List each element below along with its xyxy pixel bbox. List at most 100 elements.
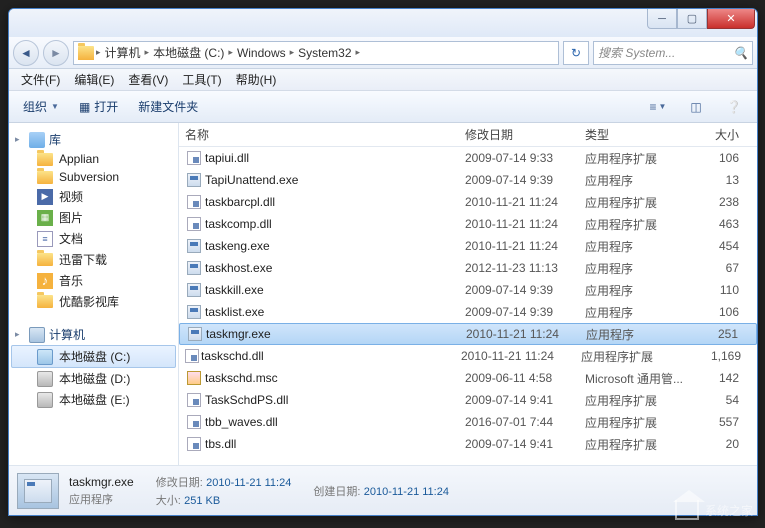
breadcrumb[interactable]: System32	[296, 46, 353, 60]
file-name: tbb_waves.dll	[203, 415, 465, 429]
file-thumbnail	[17, 473, 59, 509]
details-mod-label: 修改日期:	[156, 477, 203, 489]
chevron-right-icon[interactable]: ▸	[96, 47, 101, 58]
file-row[interactable]: taskhost.exe2012-11-23 11:13应用程序67	[179, 257, 757, 279]
nav-item-applian[interactable]: Applian	[11, 150, 176, 168]
file-name: tasklist.exe	[203, 305, 465, 319]
file-type: 应用程序扩展	[585, 392, 715, 409]
chevron-right-icon[interactable]: ▸	[228, 47, 233, 58]
col-size[interactable]: 大小	[715, 126, 751, 143]
chevron-right-icon[interactable]: ▸	[145, 47, 150, 58]
col-name[interactable]: 名称	[185, 126, 465, 143]
file-type: 应用程序扩展	[585, 414, 715, 431]
file-icon	[185, 415, 203, 429]
disk-icon	[37, 371, 53, 387]
file-type: 应用程序	[585, 172, 715, 189]
file-row[interactable]: TaskSchdPS.dll2009-07-14 9:41应用程序扩展54	[179, 389, 757, 411]
file-row[interactable]: tbb_waves.dll2016-07-01 7:44应用程序扩展557	[179, 411, 757, 433]
nav-item-video[interactable]: ▶视频	[11, 186, 176, 207]
nav-computer-label: 计算机	[49, 326, 85, 343]
file-name: TapiUnattend.exe	[203, 173, 465, 187]
col-date[interactable]: 修改日期	[465, 126, 585, 143]
disk-icon	[37, 349, 53, 365]
file-row[interactable]: tbs.dll2009-07-14 9:41应用程序扩展20	[179, 433, 757, 455]
file-row[interactable]: tasklist.exe2009-07-14 9:39应用程序106	[179, 301, 757, 323]
new-folder-button[interactable]: 新建文件夹	[130, 94, 206, 119]
nav-drive-c[interactable]: 本地磁盘 (C:)	[11, 345, 176, 368]
folder-icon	[37, 295, 53, 308]
file-size: 1,169	[711, 349, 753, 363]
details-size-value: 251 KB	[184, 495, 220, 507]
menu-file[interactable]: 文件(F)	[15, 69, 66, 90]
file-row[interactable]: TapiUnattend.exe2009-07-14 9:39应用程序13	[179, 169, 757, 191]
minimize-button[interactable]: ─	[647, 9, 677, 29]
view-options-button[interactable]: ≡ ▼	[641, 96, 675, 118]
file-icon	[185, 371, 203, 385]
search-input[interactable]: 搜索 System... 🔍	[593, 41, 753, 65]
nav-item-pictures[interactable]: ▦图片	[11, 207, 176, 228]
app-icon: ▦	[79, 100, 90, 114]
file-type: 应用程序	[585, 238, 715, 255]
file-row[interactable]: taskschd.msc2009-06-11 4:58Microsoft 通用管…	[179, 367, 757, 389]
address-bar[interactable]: ▸ 计算机 ▸ 本地磁盘 (C:) ▸ Windows ▸ System32 ▸	[73, 41, 559, 65]
maximize-button[interactable]: ▢	[677, 9, 707, 29]
picture-icon: ▦	[37, 210, 53, 226]
open-label: 打开	[94, 98, 118, 115]
file-date: 2010-11-21 11:24	[466, 327, 586, 341]
library-icon	[29, 132, 45, 148]
breadcrumb[interactable]: 计算机	[103, 44, 143, 61]
open-button[interactable]: ▦ 打开	[71, 94, 126, 119]
file-size: 142	[715, 371, 751, 385]
chevron-down-icon: ▼	[51, 102, 59, 111]
file-icon	[185, 437, 203, 451]
preview-pane-button[interactable]: ◫	[679, 96, 713, 118]
file-name: taskhost.exe	[203, 261, 465, 275]
file-row[interactable]: taskcomp.dll2010-11-21 11:24应用程序扩展463	[179, 213, 757, 235]
search-placeholder: 搜索 System...	[598, 44, 675, 61]
breadcrumb[interactable]: 本地磁盘 (C:)	[151, 44, 226, 61]
file-size: 106	[715, 305, 751, 319]
file-row[interactable]: taskschd.dll2010-11-21 11:24应用程序扩展1,169	[179, 345, 757, 367]
file-type: 应用程序	[585, 260, 715, 277]
file-date: 2009-07-14 9:33	[465, 151, 585, 165]
toolbar: 组织 ▼ ▦ 打开 新建文件夹 ≡ ▼ ◫ ❔	[9, 91, 757, 123]
file-icon	[185, 283, 203, 297]
file-row[interactable]: taskkill.exe2009-07-14 9:39应用程序110	[179, 279, 757, 301]
nav-drive-d[interactable]: 本地磁盘 (D:)	[11, 368, 176, 389]
file-size: 54	[715, 393, 751, 407]
menu-help[interactable]: 帮助(H)	[230, 69, 283, 90]
back-button[interactable]: ◄	[13, 40, 39, 66]
file-name: taskkill.exe	[203, 283, 465, 297]
nav-item-thunder[interactable]: 迅雷下载	[11, 249, 176, 270]
chevron-right-icon[interactable]: ▸	[290, 47, 295, 58]
nav-item-music[interactable]: ♪音乐	[11, 270, 176, 291]
file-row[interactable]: tapiui.dll2009-07-14 9:33应用程序扩展106	[179, 147, 757, 169]
file-type: 应用程序扩展	[585, 194, 715, 211]
menu-view[interactable]: 查看(V)	[122, 69, 174, 90]
help-button[interactable]: ❔	[717, 96, 751, 118]
nav-item-youku[interactable]: 优酷影视库	[11, 291, 176, 312]
file-date: 2009-06-11 4:58	[465, 371, 585, 385]
file-icon	[185, 305, 203, 319]
nav-computer[interactable]: ▸ 计算机	[11, 324, 176, 345]
nav-item-documents[interactable]: ≡文档	[11, 228, 176, 249]
file-row[interactable]: taskeng.exe2010-11-21 11:24应用程序454	[179, 235, 757, 257]
file-row[interactable]: taskmgr.exe2010-11-21 11:24应用程序251	[179, 323, 757, 345]
file-row[interactable]: taskbarcpl.dll2010-11-21 11:24应用程序扩展238	[179, 191, 757, 213]
col-type[interactable]: 类型	[585, 126, 715, 143]
forward-button[interactable]: ►	[43, 40, 69, 66]
computer-icon	[29, 327, 45, 343]
nav-library-label: 库	[49, 131, 61, 148]
menu-tools[interactable]: 工具(T)	[176, 69, 227, 90]
menu-edit[interactable]: 编辑(E)	[68, 69, 120, 90]
file-icon	[185, 217, 203, 231]
refresh-button[interactable]: ↻	[563, 41, 589, 65]
nav-item-subversion[interactable]: Subversion	[11, 168, 176, 186]
file-type: Microsoft 通用管...	[585, 370, 715, 387]
nav-drive-e[interactable]: 本地磁盘 (E:)	[11, 389, 176, 410]
nav-library[interactable]: ▸ 库	[11, 129, 176, 150]
close-button[interactable]: ✕	[707, 9, 755, 29]
organize-button[interactable]: 组织 ▼	[15, 94, 67, 119]
chevron-right-icon[interactable]: ▸	[356, 47, 361, 58]
breadcrumb[interactable]: Windows	[235, 46, 288, 60]
